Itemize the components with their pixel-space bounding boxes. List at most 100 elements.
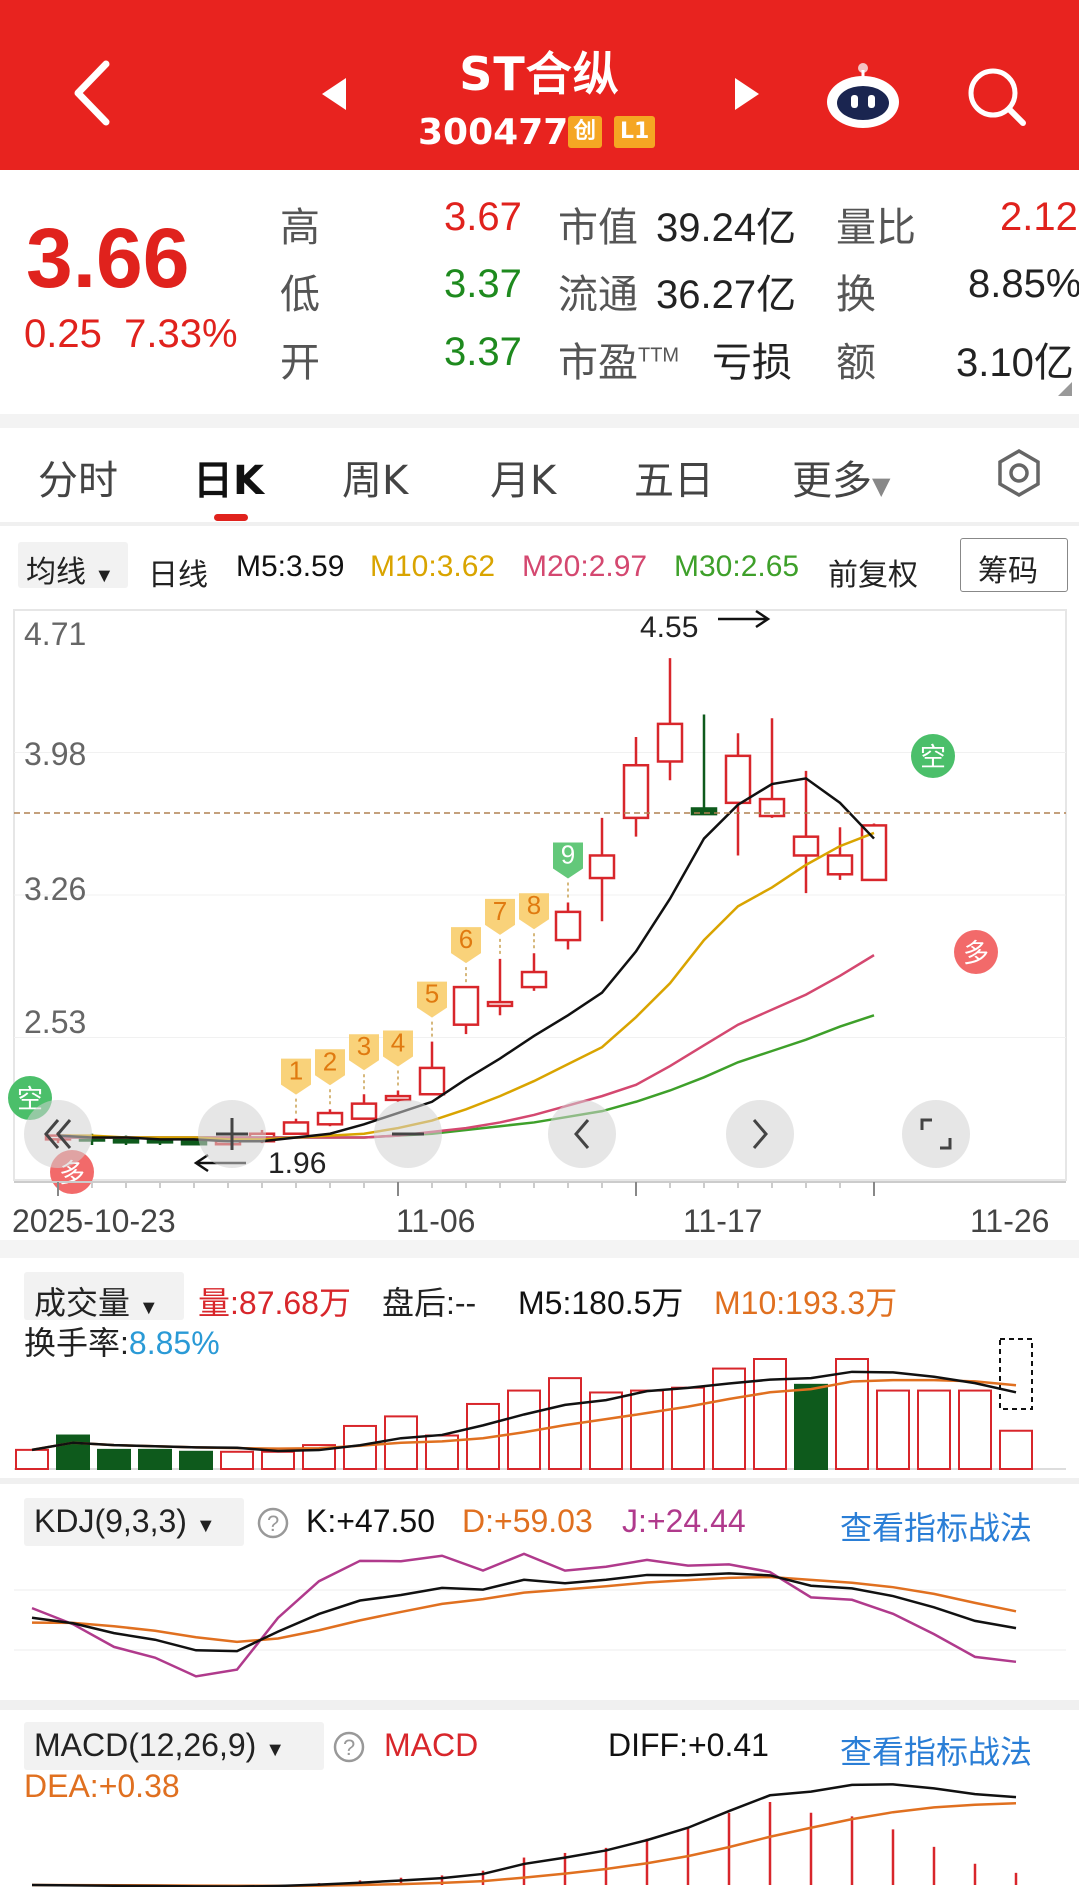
fullscreen-icon bbox=[920, 1118, 952, 1150]
price-change: 0.25 7.33% bbox=[24, 312, 238, 356]
signal-number: 5 bbox=[425, 979, 439, 1009]
ai-robot-icon[interactable] bbox=[823, 60, 903, 130]
candle-body bbox=[520, 970, 548, 989]
turnover-label: 换 bbox=[836, 273, 876, 317]
kdj-j: J:+24.44 bbox=[622, 1503, 746, 1539]
volume-bar bbox=[876, 1389, 910, 1470]
search-icon[interactable] bbox=[965, 65, 1029, 129]
low-value: 3.37 bbox=[444, 262, 522, 306]
buy-marker-text: 多 bbox=[963, 938, 989, 968]
volume-chart bbox=[14, 1338, 1066, 1471]
float-value: 36.27亿 bbox=[656, 273, 797, 317]
next-stock-arrow-icon[interactable] bbox=[735, 78, 759, 110]
divider bbox=[0, 414, 1079, 428]
period-label: 日线 bbox=[148, 559, 208, 592]
ma10-value: M10:3.62 bbox=[370, 550, 496, 583]
signal-number: 1 bbox=[289, 1056, 303, 1086]
sell-marker-text: 空 bbox=[920, 742, 946, 772]
chart-scroll-right-button[interactable] bbox=[726, 1100, 794, 1168]
kdj-chart bbox=[14, 1552, 1066, 1678]
kdj-d-line bbox=[31, 1575, 1017, 1644]
candle-body bbox=[656, 722, 684, 763]
kdj-strategy-link[interactable]: 查看指标战法 bbox=[840, 1503, 1032, 1549]
x-axis bbox=[14, 1181, 1066, 1196]
macd-title: MACD(12,26,9) ▼ bbox=[34, 1727, 285, 1763]
help-icon[interactable]: ? bbox=[256, 1506, 290, 1540]
volume-bar bbox=[917, 1389, 951, 1470]
tab-monthly-k[interactable]: 月K bbox=[490, 448, 556, 506]
volume-bar bbox=[671, 1386, 705, 1470]
candle-body bbox=[792, 835, 820, 857]
tab-five-day[interactable]: 五日 bbox=[634, 448, 714, 506]
candle-body bbox=[486, 1000, 514, 1008]
high-label: 高 bbox=[280, 206, 320, 250]
candle-body bbox=[588, 854, 616, 880]
signal-number: 8 bbox=[527, 890, 541, 920]
volume-bar bbox=[958, 1389, 992, 1470]
macd-strategy-link[interactable]: 查看指标战法 bbox=[840, 1727, 1032, 1773]
signal-number: 7 bbox=[493, 896, 507, 926]
candle-body bbox=[112, 1138, 140, 1144]
candles bbox=[44, 658, 888, 1146]
signal-number: 9 bbox=[561, 839, 575, 869]
chart-scroll-left-button[interactable] bbox=[548, 1100, 616, 1168]
high-value: 3.67 bbox=[444, 195, 522, 239]
chart-fast-back-button[interactable] bbox=[24, 1100, 92, 1168]
plus-icon bbox=[216, 1118, 248, 1150]
chips-button-label: 筹码 bbox=[978, 555, 1038, 588]
x-tick: 11-06 bbox=[396, 1203, 475, 1239]
low-annotation: 1.96 bbox=[268, 1147, 326, 1180]
chart-zoom-out-button[interactable] bbox=[374, 1100, 442, 1168]
ma30-value: M30:2.65 bbox=[674, 550, 800, 583]
volume-ratio-value: 2.12 bbox=[1000, 195, 1078, 239]
ma5-value: M5:3.59 bbox=[236, 550, 345, 583]
tab-daily-k[interactable]: 日K bbox=[193, 448, 264, 506]
turnover-value: 8.85% bbox=[968, 262, 1079, 306]
candle-body bbox=[826, 854, 854, 876]
volume-bar bbox=[179, 1450, 213, 1470]
amount-label: 额 bbox=[836, 341, 876, 385]
y-tick: 3.26 bbox=[24, 871, 86, 907]
candle-body bbox=[316, 1111, 344, 1126]
adjust-mode[interactable]: 前复权 bbox=[828, 550, 918, 600]
volume-bar bbox=[589, 1391, 623, 1470]
candle-body bbox=[418, 1066, 446, 1096]
active-tab-indicator bbox=[214, 514, 248, 521]
settings-hexagon-icon[interactable] bbox=[994, 448, 1044, 498]
tab-more[interactable]: 更多▼ bbox=[792, 448, 890, 506]
kdj-k: K:+47.50 bbox=[306, 1503, 435, 1539]
svg-text:?: ? bbox=[343, 1735, 355, 1760]
kdj-d: D:+59.03 bbox=[462, 1503, 593, 1539]
float-label: 流通 bbox=[558, 273, 638, 317]
stock-name: ST合纵 bbox=[459, 47, 620, 101]
candle-body bbox=[282, 1121, 310, 1135]
amount-value: 3.10亿 bbox=[956, 341, 1074, 385]
chart-fullscreen-button[interactable] bbox=[902, 1100, 970, 1168]
double-chevron-left-icon bbox=[44, 1119, 72, 1149]
expand-corner-icon[interactable] bbox=[1058, 382, 1072, 396]
candle-body bbox=[758, 797, 786, 818]
y-tick: 3.98 bbox=[24, 736, 86, 772]
volume-ratio-label: 量比 bbox=[836, 206, 916, 250]
volume-bar bbox=[794, 1383, 828, 1470]
ma-selector-label: 均线 ▼ bbox=[26, 556, 115, 589]
mcap-value: 39.24亿 bbox=[656, 206, 797, 250]
signal-number: 2 bbox=[323, 1046, 337, 1076]
y-tick: 4.71 bbox=[24, 616, 86, 652]
tab-weekly-k[interactable]: 周K bbox=[342, 448, 408, 506]
volume-bar bbox=[97, 1448, 131, 1471]
help-icon[interactable]: ? bbox=[332, 1730, 366, 1764]
macd-diff: DIFF:+0.41 bbox=[608, 1727, 769, 1763]
x-tick: 11-26 bbox=[970, 1203, 1049, 1239]
last-price: 3.66 bbox=[26, 211, 190, 305]
volume-bar bbox=[220, 1450, 254, 1470]
volume-bar bbox=[15, 1448, 49, 1471]
signal-number: 3 bbox=[357, 1031, 371, 1061]
candle-body bbox=[724, 754, 752, 805]
tab-intraday[interactable]: 分时 bbox=[38, 448, 118, 506]
volume-bar bbox=[999, 1429, 1033, 1471]
candle-body bbox=[554, 910, 582, 942]
low-label: 低 bbox=[280, 273, 320, 317]
kdj-j-line bbox=[31, 1552, 1017, 1678]
chart-zoom-in-button[interactable] bbox=[198, 1100, 266, 1168]
